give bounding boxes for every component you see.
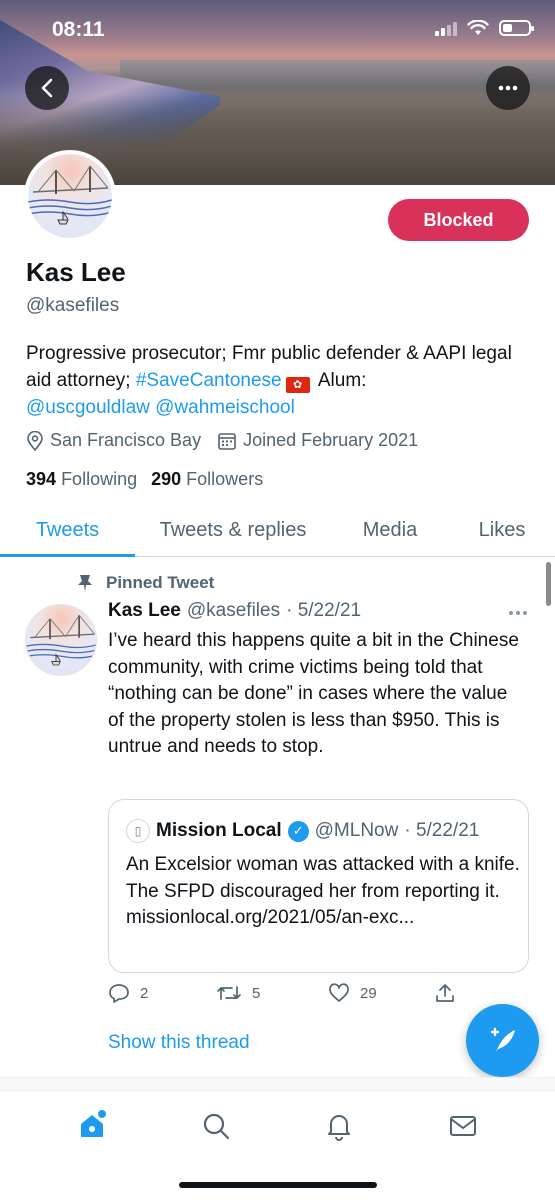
bell-icon [328, 1115, 351, 1141]
reply-button[interactable]: 2 [108, 983, 216, 1003]
tweet-avatar[interactable] [25, 604, 97, 676]
share-button[interactable] [434, 982, 456, 1004]
notification-dot [97, 1110, 106, 1118]
following-label: Following [61, 469, 138, 489]
tweet-text: I’ve heard this happens quite a bit in t… [108, 630, 519, 757]
joined-text: Joined February 2021 [243, 430, 419, 450]
location-pin-icon [27, 430, 43, 451]
follow-stats: 394 Following 290 Followers [26, 469, 263, 490]
hong-kong-flag-icon: ✿ [285, 377, 310, 393]
followers-label: Followers [186, 469, 264, 489]
quoted-tweet[interactable]: ▯ Mission Local ✓ @MLNow · 5/22/21 An Ex… [108, 799, 529, 973]
search-icon [203, 1113, 229, 1140]
blocked-button[interactable]: Blocked [388, 199, 529, 241]
profile-tabs: Tweets Tweets & replies Media Likes [0, 505, 555, 557]
share-icon [436, 984, 454, 1002]
tab-media[interactable]: Media [331, 505, 449, 556]
quote-author-handle: @MLNow [314, 820, 399, 841]
tweet-date[interactable]: · 5/22/21 [286, 600, 361, 622]
nav-notifications[interactable] [321, 1108, 357, 1144]
mission-local-logo-icon: ▯ [126, 819, 150, 843]
tweet-header: Kas Lee @kasefiles · 5/22/21 [108, 600, 361, 622]
retweet-count: 5 [252, 984, 261, 1002]
bio-hashtag-link[interactable]: #SaveCantonese [136, 370, 282, 391]
tab-tweets-replies[interactable]: Tweets & replies [135, 505, 331, 556]
followers-link[interactable]: 290 Followers [151, 469, 263, 490]
chevron-left-icon [41, 78, 53, 98]
retweet-icon [217, 986, 241, 1000]
tab-tweets[interactable]: Tweets [0, 505, 135, 557]
like-count: 29 [360, 984, 377, 1002]
more-icon [498, 85, 518, 91]
profile-handle: @kasefiles [26, 295, 120, 316]
quote-text: An Excelsior woman was attacked with a k… [126, 854, 520, 928]
quote-author-name: Mission Local [156, 820, 282, 841]
bio-text: Alum: [313, 370, 367, 391]
avatar-artwork [28, 154, 112, 238]
nav-messages[interactable] [445, 1108, 481, 1144]
retweet-button[interactable]: 5 [216, 983, 328, 1003]
nav-home[interactable] [74, 1108, 110, 1144]
following-link[interactable]: 394 Following [26, 469, 137, 490]
pin-icon [78, 575, 92, 592]
pinned-label: Pinned Tweet [76, 573, 214, 593]
pinned-text: Pinned Tweet [106, 573, 215, 592]
nav-search[interactable] [198, 1108, 234, 1144]
following-count: 394 [26, 469, 57, 489]
mail-icon [450, 1116, 477, 1136]
signal-icon [435, 20, 457, 36]
tweet-author-handle: @kasefiles [186, 600, 281, 621]
show-thread-link[interactable]: Show this thread [108, 1032, 250, 1054]
bio-mention-link[interactable]: @wahmeischool [155, 397, 295, 418]
tweet-more-button[interactable] [508, 600, 528, 621]
status-time: 08:11 [52, 18, 105, 41]
wifi-icon [467, 20, 489, 35]
profile-location: San Francisco Bay [26, 430, 201, 451]
home-indicator[interactable] [179, 1182, 377, 1188]
compose-tweet-button[interactable] [466, 1004, 539, 1077]
tweet-actions: 2 5 29 [108, 982, 468, 1004]
calendar-icon [218, 432, 236, 450]
followers-count: 290 [151, 469, 182, 489]
tab-likes[interactable]: Likes [449, 505, 555, 556]
status-icons [435, 20, 534, 36]
quote-header: ▯ Mission Local ✓ @MLNow · 5/22/21 [126, 819, 479, 843]
scrollbar[interactable] [546, 562, 551, 606]
profile-avatar[interactable] [24, 150, 116, 242]
profile-meta: San Francisco Bay Joined February 2021 [26, 430, 418, 451]
more-icon [509, 611, 527, 615]
quote-date: · 5/22/21 [404, 820, 480, 841]
reply-count: 2 [140, 984, 149, 1002]
heart-icon [329, 983, 349, 1002]
more-options-button[interactable] [486, 66, 530, 110]
profile-name: Kas Lee [26, 257, 126, 287]
profile-joined: Joined February 2021 [217, 430, 418, 451]
bio-mention-link[interactable]: @uscgouldlaw [26, 397, 150, 418]
tweet-author-name[interactable]: Kas Lee [108, 600, 181, 622]
verified-badge-icon: ✓ [287, 820, 309, 842]
battery-icon [499, 20, 534, 36]
like-button[interactable]: 29 [328, 983, 434, 1003]
location-text: San Francisco Bay [50, 430, 202, 450]
back-button[interactable] [25, 66, 69, 110]
profile-bio: Progressive prosecutor; Fmr public defen… [26, 340, 536, 421]
reply-icon [109, 984, 129, 1003]
bottom-navigation [0, 1091, 555, 1161]
feed-separator [0, 1077, 555, 1091]
compose-icon [490, 1027, 515, 1052]
